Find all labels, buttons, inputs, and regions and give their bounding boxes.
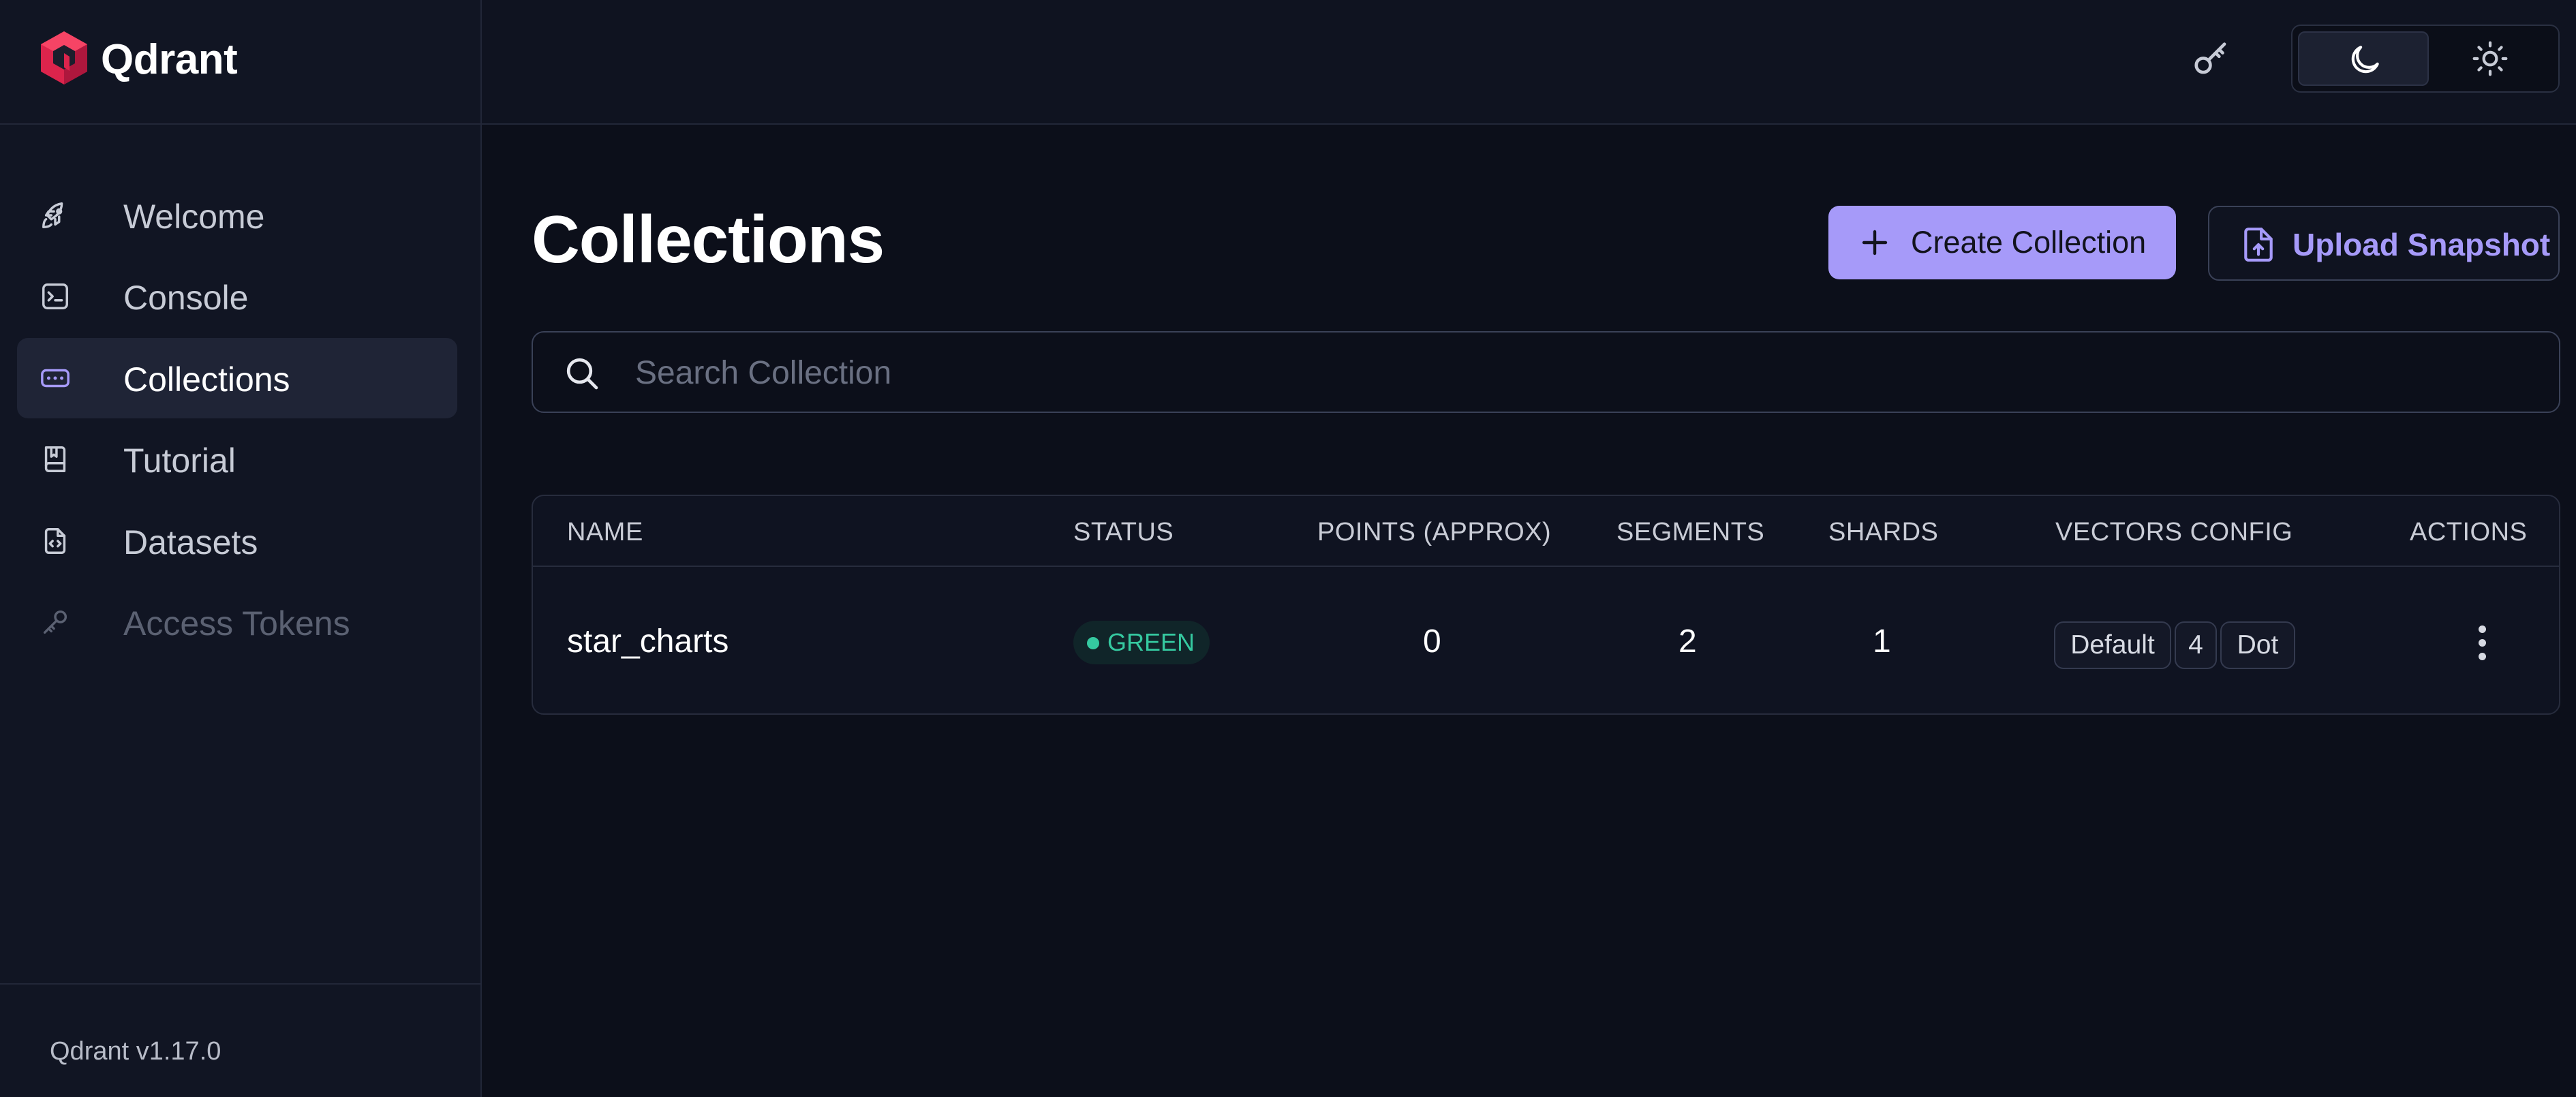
collections-table: NAME STATUS POINTS (APPROX) SEGMENTS SHA…: [532, 495, 2560, 715]
create-collection-label: Create Collection: [1911, 225, 2147, 260]
sidebar-item-datasets[interactable]: Datasets: [17, 501, 457, 581]
search-input[interactable]: [635, 347, 2475, 398]
row-actions-menu-icon[interactable]: [2468, 623, 2496, 664]
brand-name: Qdrant: [101, 36, 238, 83]
sidebar-divider: [0, 983, 480, 985]
moon-icon: [2351, 46, 2379, 74]
theme-toggle: [2291, 25, 2560, 93]
api-key-icon[interactable]: [2191, 39, 2233, 81]
version-label: Qdrant v1.17.0: [50, 1037, 221, 1066]
status-dot-icon: [1087, 637, 1099, 649]
app-root: Qdrant Welcome Console Collections Tutor…: [0, 0, 2576, 1097]
column-header-points[interactable]: POINTS (APPROX): [1317, 518, 1551, 547]
sidebar-item-label: Datasets: [123, 523, 258, 561]
sidebar-item-label: Console: [123, 279, 249, 317]
points-count: 0: [1423, 623, 1441, 660]
create-collection-button[interactable]: Create Collection: [1828, 206, 2176, 279]
shards-count: 1: [1873, 623, 1891, 660]
segments-count: 2: [1678, 623, 1697, 660]
vector-distance-chip: Dot: [2220, 621, 2295, 669]
sidebar-item-tutorial[interactable]: Tutorial: [17, 419, 457, 499]
light-theme-button[interactable]: [2425, 31, 2556, 86]
sidebar-item-access-tokens[interactable]: Access Tokens: [17, 582, 457, 662]
sidebar-item-label: Access Tokens: [123, 604, 350, 643]
plus-icon: [1862, 230, 1888, 256]
dark-theme-button[interactable]: [2298, 31, 2429, 86]
file-upload-icon: [2244, 228, 2273, 262]
brand-header: Qdrant: [0, 0, 480, 125]
sidebar: Qdrant Welcome Console Collections Tutor…: [0, 0, 482, 1097]
collections-icon: [41, 369, 70, 388]
column-header-segments[interactable]: SEGMENTS: [1616, 518, 1764, 547]
column-header-name[interactable]: NAME: [567, 518, 643, 547]
search-box: [532, 331, 2560, 413]
sidebar-item-label: Collections: [123, 360, 290, 399]
terminal-icon: [42, 283, 68, 309]
upload-snapshot-label: Upload Snapshot: [2293, 227, 2551, 262]
qdrant-logo-icon[interactable]: [40, 30, 89, 86]
sidebar-item-welcome[interactable]: Welcome: [17, 175, 457, 256]
vector-size-chip: 4: [2175, 621, 2217, 669]
sidebar-item-label: Welcome: [123, 198, 265, 236]
table-header: NAME STATUS POINTS (APPROX) SEGMENTS SHA…: [533, 496, 2559, 567]
sun-icon: [2472, 41, 2508, 76]
sidebar-item-collections[interactable]: Collections: [17, 338, 457, 418]
file-code-icon: [44, 528, 66, 554]
collection-name[interactable]: star_charts: [567, 623, 729, 660]
table-row[interactable]: star_charts GREEN 0 2 1 Default 4 Dot: [533, 568, 2559, 713]
page-title: Collections: [532, 202, 885, 277]
search-icon: [566, 358, 598, 390]
sidebar-item-console[interactable]: Console: [17, 256, 457, 337]
column-header-vectors-config[interactable]: VECTORS CONFIG: [2055, 518, 2293, 547]
column-header-shards[interactable]: SHARDS: [1828, 518, 1938, 547]
top-header: [482, 0, 2576, 125]
column-header-status[interactable]: STATUS: [1073, 518, 1174, 547]
rocket-icon: [42, 202, 63, 228]
vector-name-chip: Default: [2054, 621, 2171, 669]
sidebar-item-label: Tutorial: [123, 442, 236, 480]
upload-snapshot-button[interactable]: Upload Snapshot: [2208, 206, 2560, 281]
book-icon: [44, 446, 66, 472]
key-icon: [43, 610, 67, 634]
status-badge: GREEN: [1073, 621, 1210, 664]
column-header-actions: ACTIONS: [2410, 518, 2528, 546]
status-text: GREEN: [1107, 628, 1195, 656]
